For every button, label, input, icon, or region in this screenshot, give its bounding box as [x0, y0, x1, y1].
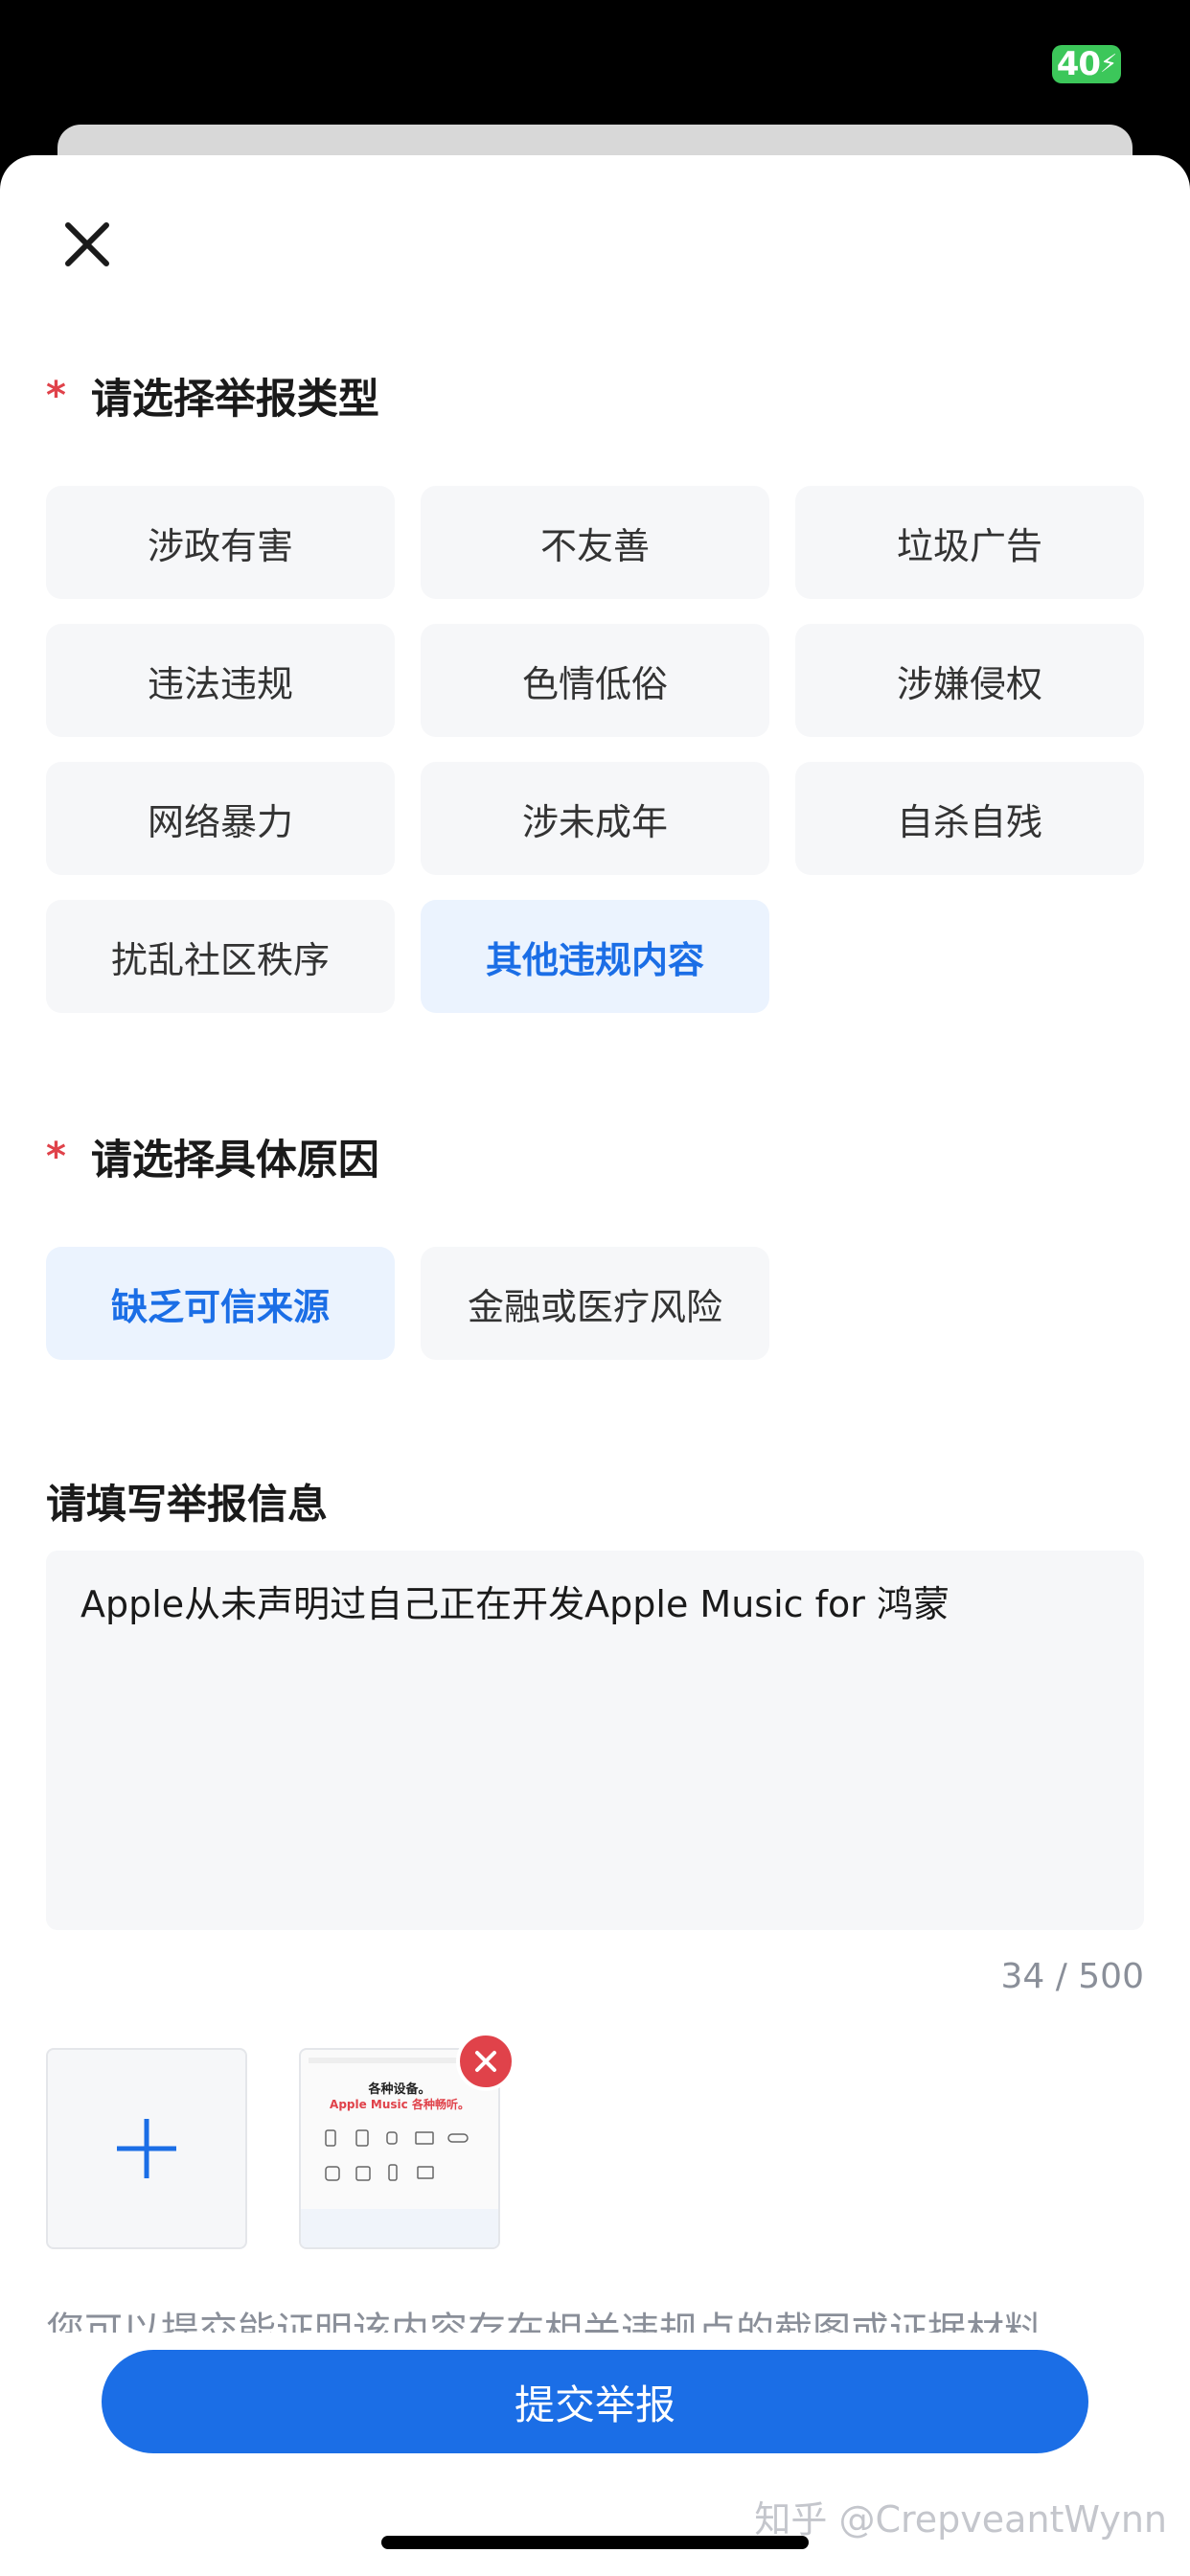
chip-type-1[interactable]: 不友善 [421, 486, 769, 599]
chip-type-7[interactable]: 涉未成年 [421, 762, 769, 875]
home-indicator [381, 2536, 809, 2549]
report-type-title-text: 请选择举报类型 [90, 376, 379, 424]
close-button[interactable] [46, 203, 128, 286]
chip-type-9[interactable]: 扰乱社区秩序 [46, 900, 395, 1013]
charging-icon: ⚡ [1100, 50, 1117, 79]
device-icons [325, 2129, 469, 2181]
report-info-textarea[interactable]: Apple从未声明过自己正在开发Apple Music for 鸿蒙 [46, 1551, 1144, 1930]
required-mark: * [46, 1135, 66, 1179]
report-type-title: * 请选择举报类型 [46, 366, 379, 426]
chip-reason-1[interactable]: 金融或医疗风险 [421, 1247, 769, 1360]
thumb-line2: Apple Music 各种畅听。 [330, 2098, 469, 2111]
network-label: 40 [1056, 45, 1101, 83]
plus-icon [117, 2119, 176, 2178]
thumb-footer [301, 2209, 498, 2247]
required-mark: * [46, 374, 66, 418]
info-title: 请填写举报信息 [46, 1481, 329, 1528]
reason-title: * 请选择具体原因 [46, 1127, 379, 1186]
chip-type-4[interactable]: 色情低俗 [421, 624, 769, 737]
chip-type-5[interactable]: 涉嫌侵权 [795, 624, 1144, 737]
chip-type-0[interactable]: 涉政有害 [46, 486, 395, 599]
close-icon [65, 222, 109, 266]
chip-type-10-selected[interactable]: 其他违规内容 [421, 900, 769, 1013]
chip-type-8[interactable]: 自杀自残 [795, 762, 1144, 875]
chip-reason-0-selected[interactable]: 缺乏可信来源 [46, 1247, 395, 1360]
chip-type-3[interactable]: 违法违规 [46, 624, 395, 737]
status-bar: 40 ⚡ [0, 0, 1190, 125]
upload-hint: 您可以提交能证明该内容存在相关违规点的截图或证据材料 [46, 2310, 1042, 2333]
watermark: 知乎 @CrepveantWynn [754, 2498, 1167, 2541]
chip-type-6[interactable]: 网络暴力 [46, 762, 395, 875]
report-sheet: * 请选择举报类型 涉政有害 不友善 垃圾广告 违法违规 色情低俗 涉嫌侵权 网… [0, 155, 1190, 2576]
add-image-button[interactable] [46, 2048, 247, 2249]
remove-icon [475, 2051, 496, 2072]
remove-image-button[interactable] [456, 2032, 515, 2091]
network-badge: 40 ⚡ [1052, 45, 1121, 83]
chip-type-2[interactable]: 垃圾广告 [795, 486, 1144, 599]
char-counter: 34 / 500 [1000, 1957, 1144, 1996]
reason-title-text: 请选择具体原因 [90, 1137, 379, 1184]
submit-report-button[interactable]: 提交举报 [102, 2350, 1088, 2453]
